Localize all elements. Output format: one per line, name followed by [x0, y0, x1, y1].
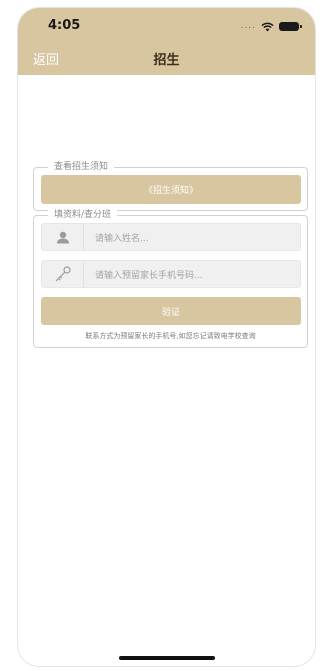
verify-button[interactable]: 验证	[41, 297, 301, 325]
query-section: 填资料/查分班 请输入姓名... 请输入预留家长手机号码... 验证 联系方式为…	[33, 209, 308, 348]
person-icon	[42, 224, 84, 250]
admission-notice-button[interactable]: 《招生须知》	[41, 175, 301, 204]
status-time: 4:05	[48, 18, 81, 33]
app-header: 4:05 .... 返回 招生	[18, 8, 315, 75]
wifi-icon	[261, 17, 274, 36]
status-icons: ....	[240, 17, 302, 36]
page-title: 招生	[153, 53, 180, 68]
name-input-placeholder: 请输入姓名...	[95, 233, 149, 244]
key-icon	[42, 261, 84, 287]
back-button[interactable]: 返回	[33, 49, 59, 68]
contact-hint: 联系方式为预留家长的手机号,如您忘记请致电学校查询	[85, 332, 256, 340]
parent-phone-input[interactable]: 请输入预留家长手机号码...	[41, 260, 301, 288]
phone-screen: 4:05 .... 返回 招生 查看招生须知 《招生须知》 填资料/查分班 请输…	[17, 7, 316, 667]
query-legend: 填资料/查分班	[48, 209, 118, 221]
notice-legend: 查看招生须知	[48, 161, 115, 173]
name-input[interactable]: 请输入姓名...	[41, 223, 301, 251]
parent-phone-placeholder: 请输入预留家长手机号码...	[95, 270, 203, 281]
battery-icon	[279, 21, 302, 31]
home-indicator[interactable]	[118, 656, 215, 660]
signal-icon: ....	[240, 21, 256, 31]
notice-section: 查看招生须知 《招生须知》	[33, 161, 308, 211]
